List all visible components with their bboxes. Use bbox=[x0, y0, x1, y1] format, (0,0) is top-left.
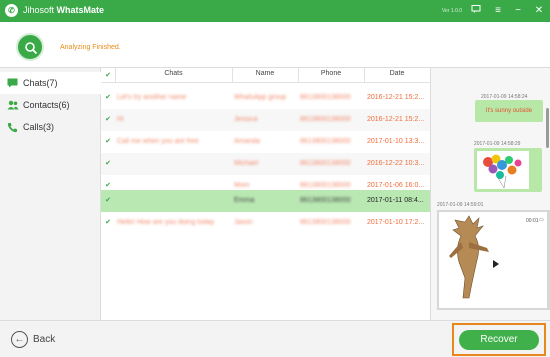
contacts-icon bbox=[7, 100, 19, 110]
sidebar-item-chats[interactable]: Chats(7) bbox=[0, 72, 101, 94]
phone-cell: 8613800138000 bbox=[300, 138, 351, 145]
menu-icon[interactable]: ≡ bbox=[491, 4, 505, 18]
phone-cell: 8613800138000 bbox=[300, 116, 351, 123]
row-checkbox[interactable]: ✔ bbox=[104, 94, 112, 102]
date-cell: 2017-01-06 16:0... bbox=[367, 182, 425, 189]
table-header: ✔ Chats Name Phone Date bbox=[101, 68, 430, 83]
sidebar-item-label: Contacts(6) bbox=[23, 100, 70, 110]
sidebar: Chats(7) Contacts(6) Calls(3) bbox=[0, 68, 101, 320]
name-cell: Amanda bbox=[234, 138, 261, 145]
message-bubble: It's sunny outside bbox=[475, 100, 543, 122]
name-cell: Mom bbox=[234, 182, 250, 189]
app-title: Jihosoft WhatsMate bbox=[23, 5, 105, 15]
sidebar-item-label: Calls(3) bbox=[23, 122, 55, 132]
recover-highlight: Recover bbox=[452, 323, 546, 356]
chat-icon[interactable] bbox=[469, 4, 483, 18]
close-icon[interactable]: ✕ bbox=[532, 4, 546, 18]
phone-cell: 8613800138000 bbox=[300, 94, 351, 101]
phone-cell: 8613800138000 bbox=[300, 197, 351, 204]
title-bar: ✆ Jihosoft WhatsMate Ver 1.0.0 ≡ − ✕ bbox=[0, 0, 550, 22]
search-icon bbox=[16, 33, 44, 61]
name-cell: Michael bbox=[234, 160, 259, 167]
chat-cell: Call me when you are free bbox=[117, 138, 199, 145]
date-cell: 2017-01-10 17:2... bbox=[367, 219, 425, 226]
message-timestamp: 2017-01-09 14:59:01 bbox=[437, 202, 484, 208]
table-row[interactable]: ✔ Let's try another name WhatsApp group … bbox=[101, 87, 430, 109]
date-cell: 2016-12-21 15:2... bbox=[367, 94, 425, 101]
video-duration: 00:01 bbox=[526, 218, 539, 224]
row-checkbox[interactable]: ✔ bbox=[104, 138, 112, 146]
sidebar-item-label: Chats(7) bbox=[23, 78, 58, 88]
minimize-icon[interactable]: − bbox=[511, 4, 525, 18]
video-icon: ▭ bbox=[539, 217, 544, 223]
chat-cell: Hello! How are you doing today bbox=[117, 219, 215, 226]
back-label: Back bbox=[33, 334, 56, 345]
phone-cell: 8613800138000 bbox=[300, 219, 351, 226]
name-cell: Jason bbox=[234, 219, 253, 226]
table-row[interactable]: ✔ Michael 8613800138000 2016-12-22 10:3.… bbox=[101, 153, 430, 175]
row-checkbox[interactable]: ✔ bbox=[104, 116, 112, 124]
video-message[interactable]: 00:01 ▭ bbox=[437, 210, 550, 310]
chat-table: ✔ Chats Name Phone Date ✔ Let's try anot… bbox=[101, 68, 430, 320]
video-thumbnail: 00:01 ▭ bbox=[439, 212, 547, 308]
row-checkbox[interactable]: ✔ bbox=[104, 219, 112, 227]
recover-button[interactable]: Recover bbox=[459, 330, 539, 350]
column-header-phone[interactable]: Phone bbox=[298, 70, 364, 77]
status-header: Analyzing Finished. bbox=[0, 22, 550, 67]
sidebar-item-calls[interactable]: Calls(3) bbox=[0, 116, 101, 138]
whatsapp-icon: ✆ bbox=[5, 4, 18, 17]
sidebar-item-contacts[interactable]: Contacts(6) bbox=[0, 94, 101, 116]
chat-cell: Let's try another name bbox=[117, 94, 187, 101]
name-cell: Jessica bbox=[234, 116, 258, 123]
message-timestamp: 2017-01-09 14:58:29 bbox=[474, 141, 521, 147]
phone-cell: 8613800138000 bbox=[300, 182, 351, 189]
phone-icon bbox=[7, 122, 19, 133]
status-text: Analyzing Finished. bbox=[60, 44, 121, 51]
date-cell: 2016-12-22 10:3... bbox=[367, 160, 425, 167]
row-checkbox[interactable]: ✔ bbox=[104, 182, 112, 190]
image-message[interactable] bbox=[474, 148, 542, 192]
table-row[interactable]: ✔ Call me when you are free Amanda 86138… bbox=[101, 131, 430, 153]
select-all-checkbox[interactable]: ✔ bbox=[104, 72, 112, 80]
row-checkbox[interactable]: ✔ bbox=[104, 160, 112, 168]
row-checkbox[interactable]: ✔ bbox=[104, 197, 112, 205]
date-cell: 2017-01-10 13:3... bbox=[367, 138, 425, 145]
date-cell: 2016-12-21 15:2... bbox=[367, 116, 425, 123]
column-header-chats[interactable]: Chats bbox=[115, 70, 232, 77]
version-label: Ver 1.0.0 bbox=[442, 8, 463, 14]
table-row-selected[interactable]: ✔ Emma 8613800138000 2017-01-11 08:4... bbox=[101, 190, 430, 212]
bottom-bar: ← Back Recover bbox=[0, 320, 550, 357]
table-row[interactable]: ✔ Hello! How are you doing today Jason 8… bbox=[101, 212, 430, 234]
message-preview-pane[interactable]: 2017-01-09 14:58:24 It's sunny outside 2… bbox=[430, 68, 550, 320]
table-row[interactable]: ✔ Hi Jessica 8613800138000 2016-12-21 15… bbox=[101, 109, 430, 131]
chat-cell: Hi bbox=[117, 116, 124, 123]
column-header-date[interactable]: Date bbox=[364, 70, 430, 77]
chat-icon bbox=[7, 78, 19, 88]
phone-cell: 8613800138000 bbox=[300, 160, 351, 167]
back-button[interactable]: ← Back bbox=[11, 331, 71, 348]
name-cell: Emma bbox=[234, 197, 255, 204]
column-header-name[interactable]: Name bbox=[232, 70, 298, 77]
date-cell: 2017-01-11 08:4... bbox=[367, 197, 424, 204]
arrow-left-icon: ← bbox=[11, 331, 28, 348]
preview-scrollbar[interactable] bbox=[546, 108, 549, 148]
name-cell: WhatsApp group bbox=[234, 94, 287, 101]
